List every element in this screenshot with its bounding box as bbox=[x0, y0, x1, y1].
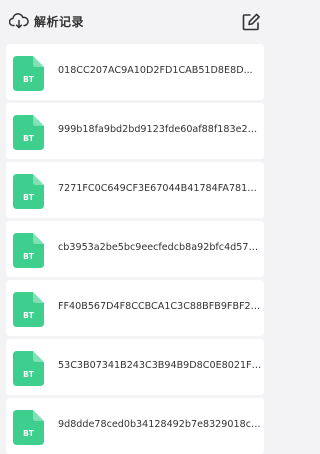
list-item[interactable]: BT cb3953a2be5bc9eecfedcb8a92bfc4d57dc... bbox=[6, 221, 264, 277]
file-name: 999b18fa9bd2bd9123fde60af88f183e28... bbox=[58, 124, 262, 135]
list-item[interactable]: BT 9d8dde78ced0b34128492b7e8329018c6... bbox=[6, 398, 264, 454]
bt-file-icon: BT bbox=[13, 56, 44, 91]
cloud-download-icon bbox=[9, 13, 29, 29]
file-name: 9d8dde78ced0b34128492b7e8329018c6... bbox=[58, 419, 262, 430]
bt-badge: BT bbox=[23, 75, 35, 84]
bt-file-icon: BT bbox=[13, 174, 44, 209]
edit-icon[interactable] bbox=[241, 12, 261, 32]
page-title: 解析记录 bbox=[34, 15, 85, 29]
list-item[interactable]: BT 018CC207AC9A10D2FD1CAB51D8E8D... bbox=[6, 44, 264, 100]
bt-badge: BT bbox=[23, 193, 35, 202]
bt-file-icon: BT bbox=[13, 351, 44, 386]
bt-badge: BT bbox=[23, 252, 35, 261]
bt-badge: BT bbox=[23, 429, 35, 438]
list-item[interactable]: BT 7271FC0C649CF3E67044B41784FA78144... bbox=[6, 162, 264, 218]
list-item[interactable]: BT 999b18fa9bd2bd9123fde60af88f183e28... bbox=[6, 103, 264, 159]
bt-badge: BT bbox=[23, 370, 35, 379]
bt-file-icon: BT bbox=[13, 292, 44, 327]
file-name: 53C3B07341B243C3B94B9D8C0E8021FD... bbox=[58, 360, 262, 371]
bt-badge: BT bbox=[23, 134, 35, 143]
file-name: FF40B567D4F8CCBCA1C3C88BFB9FBF2D... bbox=[58, 301, 262, 312]
file-name: 7271FC0C649CF3E67044B41784FA78144... bbox=[58, 183, 262, 194]
bt-badge: BT bbox=[23, 311, 35, 320]
file-name: cb3953a2be5bc9eecfedcb8a92bfc4d57dc... bbox=[58, 242, 262, 253]
list-item[interactable]: BT FF40B567D4F8CCBCA1C3C88BFB9FBF2D... bbox=[6, 280, 264, 336]
bt-file-icon: BT bbox=[13, 233, 44, 268]
bt-file-icon: BT bbox=[13, 115, 44, 150]
bt-file-icon: BT bbox=[13, 410, 44, 445]
app-header: 解析记录 bbox=[0, 0, 270, 46]
list-item[interactable]: BT 53C3B07341B243C3B94B9D8C0E8021FD... bbox=[6, 339, 264, 395]
file-name: 018CC207AC9A10D2FD1CAB51D8E8D... bbox=[58, 65, 253, 76]
